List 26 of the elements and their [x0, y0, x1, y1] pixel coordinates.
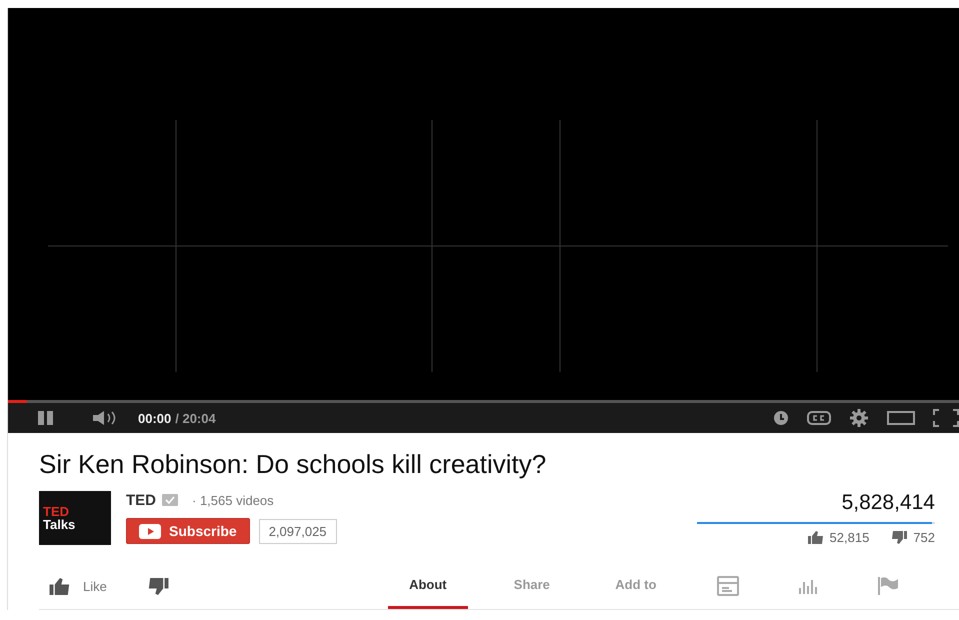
settings-icon[interactable]	[849, 408, 869, 428]
thumbs-up-icon	[808, 531, 824, 544]
channel-logo[interactable]: TED Talks	[39, 491, 111, 545]
pause-button[interactable]	[36, 410, 56, 426]
dislike-button[interactable]	[146, 578, 169, 594]
tab[interactable]: Share	[492, 563, 572, 609]
theater-mode-icon[interactable]	[887, 411, 915, 425]
play-icon	[139, 524, 161, 538]
video-title: Sir Ken Robinson: Do schools kill creativity?	[39, 448, 548, 481]
duration: / 20:04	[175, 410, 216, 426]
subscribe-button[interactable]: Subscribe	[126, 518, 250, 544]
thumbs-down-icon	[891, 531, 908, 544]
dislike-count: 752	[913, 530, 935, 545]
tab[interactable]: About	[388, 563, 468, 609]
channel-name[interactable]: TED	[126, 492, 156, 508]
like-count: 52,815	[830, 530, 870, 545]
tab[interactable]: Add to	[596, 563, 676, 609]
fullscreen-icon[interactable]	[933, 409, 959, 427]
subscriber-count: 2,097,025	[258, 518, 337, 544]
clock-icon[interactable]	[773, 410, 789, 426]
view-count: 5,828,414	[842, 491, 935, 516]
current-time: 00:00	[138, 410, 172, 426]
video-count: · 1,565 videos	[192, 492, 274, 508]
thumbs-up-icon	[49, 578, 71, 594]
like-button[interactable]: Like	[49, 578, 107, 594]
captions-icon[interactable]	[807, 411, 831, 425]
